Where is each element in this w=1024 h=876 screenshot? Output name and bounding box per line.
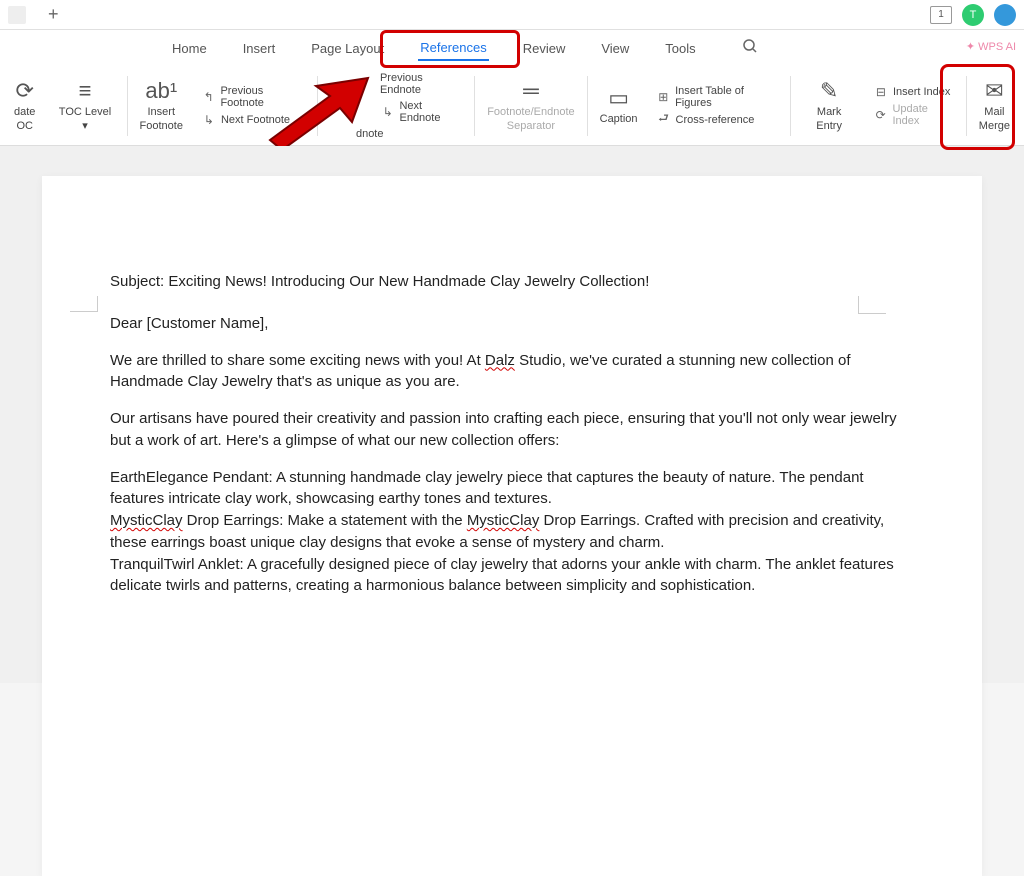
ribbon: ⟳ date OC ≡ TOC Level ▾ ab¹ Insert Footn… (0, 66, 1024, 146)
insert-index-button[interactable]: ⊟Insert Index (873, 85, 956, 99)
separator-icon: ═ (523, 78, 539, 104)
mail-icon: ✉ (985, 78, 1003, 104)
caption-button[interactable]: ▭ Caption (590, 79, 648, 132)
user-avatar[interactable]: T (962, 4, 984, 26)
next-endnote-button[interactable]: ↳Next Endnote (380, 100, 464, 124)
greeting: Dear [Customer Name], (110, 313, 914, 335)
document-page[interactable]: Subject: Exciting News! Introducing Our … (42, 176, 982, 876)
mark-entry-icon: ✎ (820, 78, 838, 104)
doc-tab[interactable] (8, 6, 26, 24)
tab-references[interactable]: References (418, 36, 488, 61)
insert-tof-button[interactable]: ⊞Insert Table of Figures (656, 85, 781, 109)
footnote-icon: ab¹ (145, 78, 177, 104)
document-area: Subject: Exciting News! Introducing Our … (0, 146, 1024, 683)
crossref-icon: ⮐ (656, 113, 672, 127)
next-icon: ↳ (201, 113, 217, 127)
prev-icon: ↰ (201, 90, 217, 104)
wps-ai-button[interactable]: ✦ WPS AI (966, 40, 1016, 53)
tab-tools[interactable]: Tools (663, 37, 697, 60)
prev-footnote-button[interactable]: ↰Previous Footnote (201, 85, 307, 109)
next-endnote-icon: ↳ (380, 105, 396, 119)
new-tab-button[interactable]: + (48, 4, 59, 25)
toc-level-dropdown[interactable]: ≡ TOC Level ▾ (45, 72, 124, 138)
para-intro: We are thrilled to share some exciting n… (110, 350, 914, 394)
footnote-separator-button[interactable]: ═ Footnote/Endnote Separator (477, 72, 584, 138)
subject-line: Subject: Exciting News! Introducing Our … (110, 271, 914, 293)
menu-bar: Home Insert Page Layout References Revie… (0, 30, 1024, 66)
update-toc-button[interactable]: ⟳ date OC (4, 72, 45, 138)
update-index-icon: ⟳ (873, 108, 889, 122)
tab-page-layout[interactable]: Page Layout (309, 37, 386, 60)
toc-level-icon: ≡ (79, 78, 92, 104)
tab-insert[interactable]: Insert (241, 37, 278, 60)
margin-marker (70, 296, 98, 312)
tab-view[interactable]: View (599, 37, 631, 60)
margin-marker (858, 296, 886, 314)
para-products: EarthElegance Pendant: A stunning handma… (110, 467, 914, 598)
dnote-label: dnote (356, 128, 464, 140)
title-bar: + 1 T (0, 0, 1024, 30)
notification-badge[interactable]: 1 (930, 6, 952, 24)
mark-entry-button[interactable]: ✎ Mark Entry (793, 72, 865, 138)
search-icon[interactable] (742, 38, 758, 59)
para-artisans: Our artisans have poured their creativit… (110, 408, 914, 452)
cross-reference-button[interactable]: ⮐Cross-reference (656, 113, 781, 127)
update-index-button[interactable]: ⟳Update Index (873, 103, 956, 127)
mail-merge-button[interactable]: ✉ Mail Merge (969, 72, 1020, 138)
caption-icon: ▭ (608, 85, 629, 111)
tab-review[interactable]: Review (521, 37, 568, 60)
prev-endnote-button[interactable]: Previous Endnote (380, 72, 464, 96)
next-footnote-button[interactable]: ↳Next Footnote (201, 113, 307, 127)
collab-avatar[interactable] (994, 4, 1016, 26)
tof-icon: ⊞ (656, 90, 672, 104)
tab-home[interactable]: Home (170, 37, 209, 60)
insert-index-icon: ⊟ (873, 85, 889, 99)
refresh-icon: ⟳ (15, 78, 33, 104)
insert-footnote-button[interactable]: ab¹ Insert Footnote (130, 72, 193, 138)
document-body[interactable]: Subject: Exciting News! Introducing Our … (110, 271, 914, 597)
